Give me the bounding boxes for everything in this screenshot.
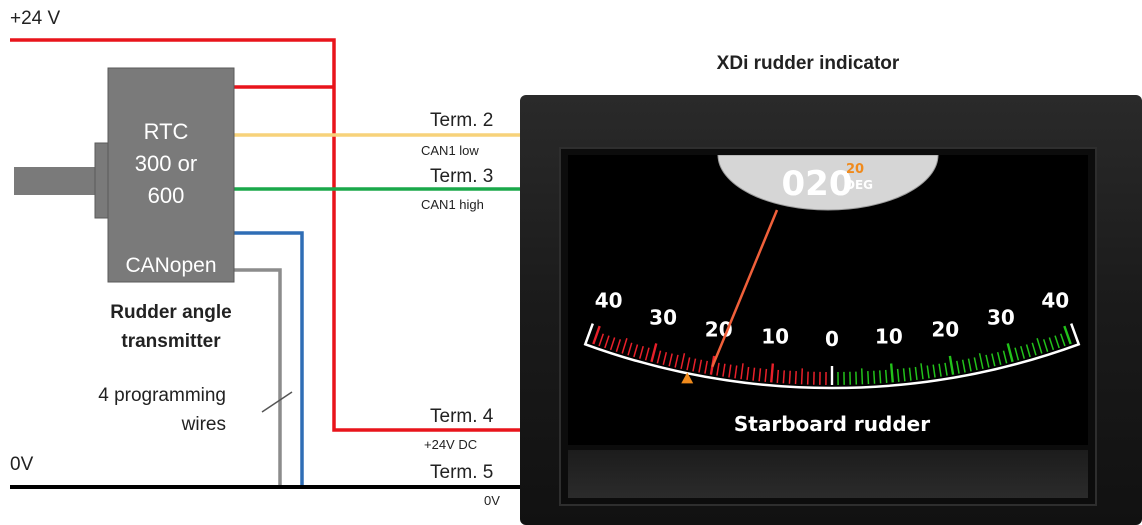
transmitter-model-line3: 600 [148,183,185,208]
programming-wires-label-line2: wires [181,414,226,435]
scale-tick [884,369,888,383]
xdi-indicator: 020 20 DEG 403020 10 0 10 203040 Starboard r… [520,95,1142,525]
scale-tick-label: 30 [987,305,1015,329]
indicator-title: XDi rudder indicator [717,53,900,74]
scale-tick-label: 10 [761,325,789,349]
terminal-labels: Term. 2 CAN1 low Term. 3 CAN1 high Term.… [421,110,500,508]
terminal-3-label: Term. 3 [430,166,493,187]
scale-tick [782,370,786,384]
transmitter-model-line2: 300 or [135,151,197,176]
scale-tick [794,371,797,385]
terminal-5-label: Term. 5 [430,462,493,483]
scale-tick [889,363,894,383]
scale-tick [878,370,882,384]
scale-tick [800,368,804,385]
terminal-4-label: Term. 4 [430,406,494,427]
supply-zero-label: 0V [10,454,34,475]
transmitter-shaft [14,167,96,195]
indicator-lower-panel [568,450,1088,498]
scale-tick-label: 20 [931,317,959,341]
wiring-diagram: +24 V 0V RTC 300 or 600 CANopen Rudder a… [10,8,1142,525]
readout-value: 020 [782,164,853,204]
scale-tick [867,371,870,385]
scale-tick-label: 30 [649,305,677,329]
programming-wires-slash [261,391,293,413]
terminal-4-signal: +24V DC [424,437,477,452]
readout-unit: DEG [845,178,873,192]
scale-tick-label: 40 [1041,289,1069,313]
scale-label: Starboard rudder [734,412,930,436]
terminal-2-label: Term. 2 [430,110,493,131]
transmitter-flange [94,142,110,219]
transmitter-caption-line1: Rudder angle [110,302,231,323]
scale-tick-label: 10 [875,325,903,349]
transmitter-protocol: CANopen [125,254,216,277]
rudder-angle-transmitter: RTC 300 or 600 CANopen Rudder angle tran… [14,67,235,352]
transmitter-model-line1: RTC [144,119,189,144]
scale-tick [873,370,876,384]
scale-tick-label: 0 [825,327,839,351]
readout-small-value: 20 [846,162,864,177]
terminal-5-signal: 0V [484,493,500,508]
terminal-2-signal: CAN1 low [421,143,479,158]
scale-tick [770,363,775,383]
grey-wire [234,268,282,487]
terminal-3-signal: CAN1 high [421,197,484,212]
programming-wires-label-line1: 4 programming [98,385,226,406]
scale-tick [788,370,791,384]
supply-plus24-label: +24 V [10,8,61,29]
scale-tick-label: 40 [595,289,623,313]
transmitter-caption-line2: transmitter [121,331,221,352]
scale-tick [860,368,864,385]
scale-tick [776,369,780,383]
red-wire-supply [10,38,522,432]
